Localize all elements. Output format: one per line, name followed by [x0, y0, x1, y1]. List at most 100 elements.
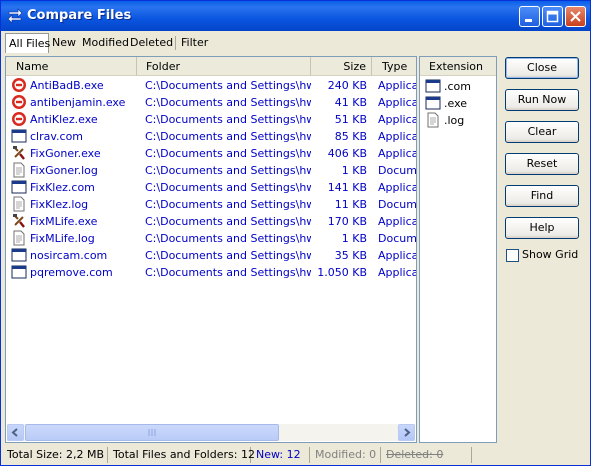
cell-size: 1 KB: [341, 232, 367, 245]
status-modified: Modified: 0: [311, 447, 381, 463]
list-item[interactable]: .exe: [420, 95, 496, 112]
table-row[interactable]: FixMLife.exe C:\Documents and Settings\hw…: [6, 213, 416, 230]
table-row[interactable]: pqremove.com C:\Documents and Settings\hw…: [6, 264, 416, 281]
antivirus-app-icon: [12, 78, 26, 92]
table-row[interactable]: FixMLife.log C:\Documents and Settings\hw…: [6, 230, 416, 247]
cell-folder: C:\Documents and Settings\hwf...: [145, 266, 311, 279]
cell-name: antibenjamin.exe: [30, 96, 126, 109]
cell-size: 1 KB: [341, 164, 367, 177]
scroll-thumb[interactable]: [25, 424, 279, 441]
cell-type: Docume: [378, 164, 416, 177]
cell-name: AntiKlez.exe: [30, 113, 98, 126]
list-item[interactable]: .com: [420, 78, 496, 95]
close-window-button[interactable]: [565, 6, 586, 27]
status-total-files: Total Files and Folders: 12: [109, 447, 255, 463]
window-app-icon: [11, 180, 27, 194]
window-app-icon: [425, 79, 441, 93]
cell-name: FixKlez.com: [30, 181, 95, 194]
table-row[interactable]: FixGoner.log C:\Documents and Settings\hw…: [6, 162, 416, 179]
status-total-size: Total Size: 2,2 MB: [3, 447, 108, 463]
cell-name: clrav.com: [30, 130, 84, 143]
title-bar[interactable]: Compare Files: [1, 1, 590, 31]
cell-size: 11 KB: [334, 198, 367, 211]
show-grid-checkbox[interactable]: [506, 249, 519, 262]
cell-type: Applicaz: [378, 266, 416, 279]
show-grid-label[interactable]: Show Grid: [522, 248, 578, 261]
cell-folder: C:\Documents and Settings\hwf...: [145, 198, 311, 211]
help-button[interactable]: Help: [505, 217, 579, 239]
tool-app-icon: [13, 146, 25, 160]
maximize-button[interactable]: [542, 6, 563, 27]
close-button[interactable]: Close: [505, 57, 579, 79]
find-button[interactable]: Find: [505, 185, 579, 207]
column-header-type[interactable]: Type: [372, 57, 416, 76]
cell-name: AntiBadB.exe: [30, 79, 104, 92]
clear-button[interactable]: Clear: [505, 121, 579, 143]
cell-size: 41 KB: [334, 96, 367, 109]
tab-modified[interactable]: Modified: [82, 33, 129, 53]
cell-type: Applicaz: [378, 79, 416, 92]
cell-folder: C:\Documents and Settings\hwf...: [145, 181, 311, 194]
table-row[interactable]: AntiKlez.exe C:\Documents and Settings\hw…: [6, 111, 416, 128]
cell-name: FixGoner.log: [30, 164, 98, 177]
antivirus-app-icon: [12, 95, 26, 109]
status-new: New: 12: [252, 447, 310, 463]
text-document-icon: [427, 112, 439, 128]
cell-name: FixMLife.log: [30, 232, 95, 245]
table-row[interactable]: FixKlez.com C:\Documents and Settings\hwf…: [6, 179, 416, 196]
file-list[interactable]: Name Folder Size Type AntiBadB.exe C:\Doc…: [5, 56, 417, 443]
cell-type: Applicaz: [378, 147, 416, 160]
column-header-extension[interactable]: Extension: [420, 57, 496, 76]
cell-type: Docume: [378, 232, 416, 245]
cell-folder: C:\Documents and Settings\hwf...: [145, 79, 311, 92]
scroll-left-button[interactable]: [7, 424, 24, 441]
cell-name: pqremove.com: [30, 266, 113, 279]
cell-size: 406 KB: [327, 147, 367, 160]
cell-name: FixMLife.exe: [30, 215, 98, 228]
window-title: Compare Files: [27, 8, 132, 23]
cell-folder: C:\Documents and Settings\hwf...: [145, 215, 311, 228]
cell-folder: C:\Documents and Settings\hwf...: [145, 164, 311, 177]
cell-type: Applicaz: [378, 249, 416, 262]
tab-all-files[interactable]: All Files: [5, 33, 50, 53]
chevron-left-icon: [11, 428, 18, 437]
compare-files-window: Compare Files All Files New Modified Del…: [0, 0, 591, 466]
cell-size: 170 KB: [327, 215, 367, 228]
window-app-icon: [11, 248, 27, 262]
table-row[interactable]: clrav.com C:\Documents and Settings\hwf..…: [6, 128, 416, 145]
text-document-icon: [13, 196, 25, 212]
column-header-name[interactable]: Name: [6, 57, 137, 76]
extension-label: .exe: [444, 97, 468, 110]
table-row[interactable]: FixGoner.exe C:\Documents and Settings\hw…: [6, 145, 416, 162]
cell-folder: C:\Documents and Settings\hwf...: [145, 113, 311, 126]
cell-size: 51 KB: [334, 113, 367, 126]
cell-folder: C:\Documents and Settings\hwf...: [145, 232, 311, 245]
table-row[interactable]: antibenjamin.exe C:\Documents and Setting…: [6, 94, 416, 111]
table-row[interactable]: nosircam.com C:\Documents and Settings\hw…: [6, 247, 416, 264]
table-row[interactable]: FixKlez.log C:\Documents and Settings\hwf…: [6, 196, 416, 213]
cell-name: FixKlez.log: [30, 198, 89, 211]
tab-deleted[interactable]: Deleted: [130, 33, 173, 53]
extension-list[interactable]: Extension .com .exe .log: [419, 56, 497, 443]
tab-filter[interactable]: Filter: [181, 33, 208, 53]
minimize-icon: [525, 19, 532, 22]
reset-button[interactable]: Reset: [505, 153, 579, 175]
scroll-right-button[interactable]: [398, 424, 415, 441]
cell-type: Applicaz: [378, 215, 416, 228]
extension-label: .com: [444, 80, 471, 93]
extension-label: .log: [444, 114, 465, 127]
cell-size: 85 KB: [334, 130, 367, 143]
column-header-size[interactable]: Size: [311, 57, 372, 76]
tab-new[interactable]: New: [52, 33, 76, 53]
cell-folder: C:\Documents and Settings\hwf...: [145, 130, 311, 143]
status-deleted: Deleted: 0: [382, 447, 472, 463]
horizontal-scrollbar[interactable]: [7, 424, 415, 441]
list-item[interactable]: .log: [420, 112, 496, 129]
column-header-folder[interactable]: Folder: [137, 57, 311, 76]
cell-size: 35 KB: [334, 249, 367, 262]
cell-type: Applicaz: [378, 113, 416, 126]
status-bar: Total Size: 2,2 MB Total Files and Folde…: [1, 445, 590, 465]
run-now-button[interactable]: Run Now: [505, 89, 579, 111]
minimize-button[interactable]: [519, 6, 540, 27]
table-row[interactable]: AntiBadB.exe C:\Documents and Settings\hw…: [6, 77, 416, 94]
